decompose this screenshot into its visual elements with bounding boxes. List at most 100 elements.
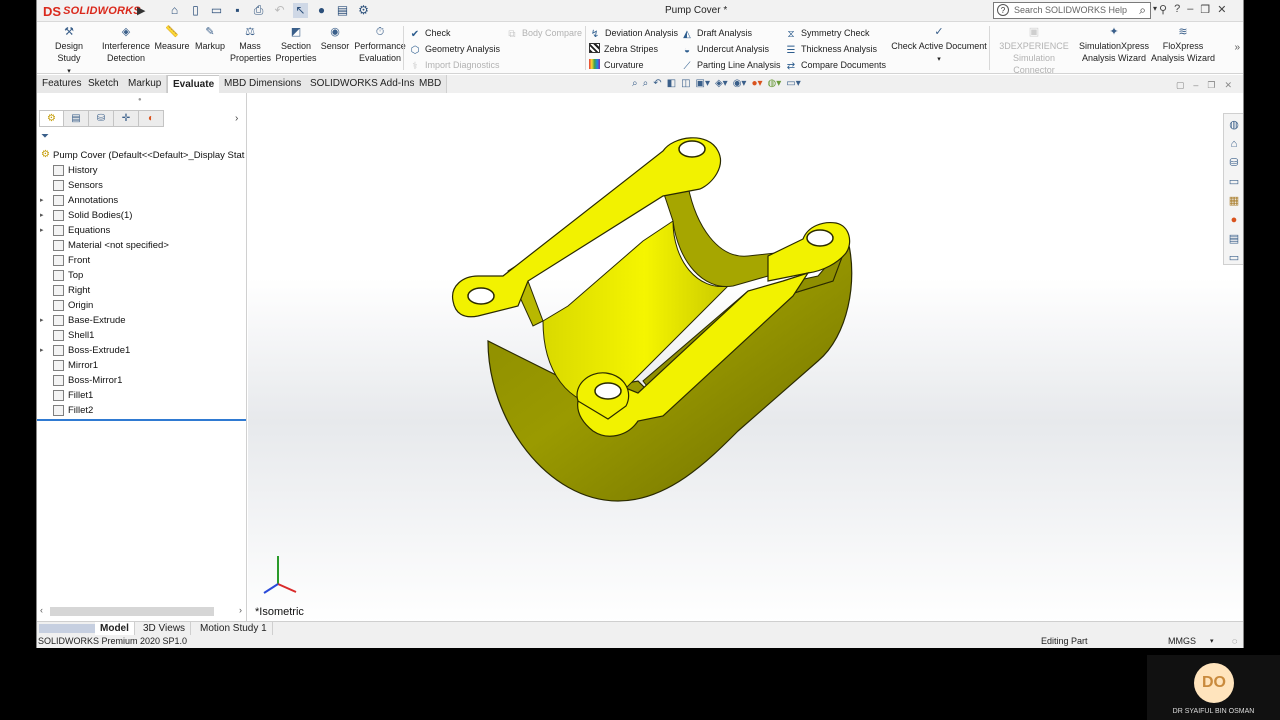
zoom-to-area-icon[interactable]: ⌕ (643, 78, 649, 89)
viewport-close-icon[interactable]: ✕ (1224, 80, 1232, 91)
file-explorer-icon[interactable]: ▭ (1226, 174, 1242, 190)
parting-line-analysis-button[interactable]: ⟋ Parting Line Analysis (681, 59, 781, 72)
restore-icon[interactable]: ❐ (1200, 3, 1210, 16)
help-menu-icon[interactable]: ? (1174, 3, 1180, 16)
viewport-split-icon[interactable]: ▢ (1176, 80, 1185, 91)
simulationxpress-button[interactable]: ✦ SimulationXpress Analysis Wizard (1079, 26, 1149, 64)
curvature-button[interactable]: Curvature (589, 59, 644, 72)
file-properties-icon[interactable]: ▤ (335, 3, 350, 18)
view-palette-icon[interactable]: ▦ (1226, 193, 1242, 209)
print-icon[interactable]: ⎙ (251, 3, 266, 18)
tree-root-pump-cover[interactable]: ⚙ Pump Cover (Default<<Default>_Display … (37, 148, 247, 163)
tree-item-front[interactable]: Front (37, 253, 247, 268)
filter-icon[interactable]: ⏷ (41, 131, 49, 142)
import-diagnostics-button[interactable]: ⚕ Import Diagnostics (409, 59, 499, 72)
panel-grip-icon[interactable]: ● (138, 97, 142, 103)
tree-item-annotations[interactable]: ▸ Annotations (37, 193, 247, 208)
save-icon[interactable]: ▪ (230, 3, 245, 18)
viewport-restore-icon[interactable]: ❐ (1207, 80, 1215, 91)
previous-view-icon[interactable]: ↶ (653, 78, 661, 89)
tree-item-fillet1[interactable]: Fillet1 (37, 388, 247, 403)
graphics-area[interactable]: ⌕ ⌕ ↶ ◧ ◫ ▣▾ ◈▾ ◉▾ ●▾ ◍▾ ▭▾ ▢ – ❐ ✕ ◍ ⌂ … (248, 78, 1243, 623)
pump-cover-3d-model[interactable] (448, 131, 868, 511)
solidworks-logo[interactable]: DS SOLIDWORKS (43, 2, 141, 20)
tree-item-history[interactable]: History (37, 163, 247, 178)
section-properties-button[interactable]: ◩ Section Properties (275, 26, 317, 64)
display-style-icon[interactable]: ◈▾ (715, 78, 728, 89)
scroll-left-icon[interactable]: ‹ (40, 605, 43, 615)
expand-arrow-icon[interactable]: ▸ (40, 313, 48, 328)
tab-sketch[interactable]: Sketch (83, 75, 125, 93)
dynamic-annotation-icon[interactable]: ◫ (681, 78, 690, 89)
new-document-icon[interactable]: ▯ (188, 3, 203, 18)
deviation-analysis-button[interactable]: ↯ Deviation Analysis (589, 27, 678, 40)
tree-item-right[interactable]: Right (37, 283, 247, 298)
tab-markup[interactable]: Markup (123, 75, 168, 93)
floxpress-button[interactable]: ≋ FloXpress Analysis Wizard (1151, 26, 1215, 64)
featuremanager-tree-icon[interactable]: ⚙ (39, 110, 64, 127)
user-icon[interactable]: ⚲ (1159, 3, 1167, 16)
home-icon[interactable]: ⌂ (167, 3, 182, 18)
search-icon[interactable]: ⌕ (1139, 3, 1146, 18)
close-icon[interactable]: ✕ (1217, 3, 1226, 16)
open-document-icon[interactable]: ▭ (209, 3, 224, 18)
dimxpertmanager-icon[interactable]: ✛ (114, 110, 139, 127)
menu-expand-icon[interactable]: ▶ (137, 4, 145, 17)
tree-item-equations[interactable]: ▸ Equations (37, 223, 247, 238)
mass-properties-button[interactable]: ⚖ Mass Properties (230, 26, 271, 64)
check-active-document-button[interactable]: ✓ Check Active Document ▾ (891, 26, 987, 66)
check-button[interactable]: ✔ Check (409, 27, 451, 40)
design-library-icon[interactable]: ⛁ (1226, 155, 1242, 171)
edit-appearance-icon[interactable]: ●▾ (751, 78, 762, 89)
status-chat-icon[interactable]: ◌ (1232, 635, 1237, 648)
measure-button[interactable]: 📏 Measure (154, 26, 190, 52)
tree-item-origin[interactable]: Origin (37, 298, 247, 313)
tree-item-mirror1[interactable]: Mirror1 (37, 358, 247, 373)
body-compare-button[interactable]: ⧉ Body Compare (506, 27, 582, 40)
draft-analysis-button[interactable]: ◭ Draft Analysis (681, 27, 752, 40)
viewport-minimize-icon[interactable]: – (1193, 80, 1198, 91)
scroll-right-icon[interactable]: › (239, 605, 242, 615)
zebra-stripes-button[interactable]: Zebra Stripes (589, 43, 658, 56)
apply-scene-icon[interactable]: ◍▾ (768, 78, 782, 89)
forum-icon[interactable]: ▭ (1226, 250, 1242, 266)
rebuild-icon[interactable]: ● (314, 3, 329, 18)
tree-item-solid-bodies-1[interactable]: ▸ Solid Bodies(1) (37, 208, 247, 223)
search-help-input[interactable]: ? Search SOLIDWORKS Help ⌕ (993, 2, 1151, 19)
undo-icon[interactable]: ↶ (272, 3, 287, 18)
solidworks-resources-icon[interactable]: ◍ (1226, 117, 1242, 133)
experience-connector-button[interactable]: ▣ 3DEXPERIENCE Simulation Connector (992, 26, 1076, 76)
zoom-to-fit-icon[interactable]: ⌕ (632, 78, 638, 89)
tab-navigation-arrows[interactable] (39, 624, 95, 633)
tree-item-boss-mirror1[interactable]: Boss-Mirror1 (37, 373, 247, 388)
symmetry-check-button[interactable]: ⧖ Symmetry Check (785, 27, 869, 40)
units-dropdown-icon[interactable]: ▾ (1210, 635, 1214, 648)
search-dropdown-icon[interactable]: ▾ (1153, 4, 1157, 13)
rollback-bar[interactable] (37, 419, 246, 421)
tab-model[interactable]: Model (95, 622, 135, 636)
geometry-analysis-button[interactable]: ⬡ Geometry Analysis (409, 43, 500, 56)
expand-arrow-icon[interactable]: ▸ (40, 193, 48, 208)
tab-mbd-dimensions[interactable]: MBD Dimensions (219, 75, 308, 93)
minimize-icon[interactable]: – (1187, 3, 1193, 16)
expand-arrow-icon[interactable]: ▸ (40, 223, 48, 238)
tab-motion-study[interactable]: Motion Study 1 (195, 622, 273, 636)
thickness-analysis-button[interactable]: ☰ Thickness Analysis (785, 43, 878, 56)
interference-detection-button[interactable]: ◈ Interference Detection (101, 26, 151, 64)
displaymanager-icon[interactable]: ◐ (139, 110, 164, 127)
3dexperience-home-icon[interactable]: ⌂ (1226, 136, 1242, 152)
view-settings-icon[interactable]: ▭▾ (786, 78, 800, 89)
expand-arrow-icon[interactable]: ▸ (40, 343, 48, 358)
tree-item-fillet2[interactable]: Fillet2 (37, 403, 247, 418)
more-tools-icon[interactable]: » (1234, 42, 1240, 53)
tree-item-base-extrude[interactable]: ▸ Base-Extrude (37, 313, 247, 328)
select-icon[interactable]: ↖ (293, 3, 308, 18)
tab-solidworks-addins[interactable]: SOLIDWORKS Add-Ins (305, 75, 421, 93)
performance-evaluation-button[interactable]: ⏱ Performance Evaluation (354, 26, 406, 64)
undercut-analysis-button[interactable]: ◒ Undercut Analysis (681, 43, 769, 56)
custom-properties-icon[interactable]: ▤ (1226, 231, 1242, 247)
tree-horizontal-scrollbar[interactable]: ‹ › (37, 605, 246, 618)
section-view-icon[interactable]: ◧ (667, 78, 676, 89)
tree-item-shell1[interactable]: Shell1 (37, 328, 247, 343)
appearances-icon[interactable]: ● (1226, 212, 1242, 228)
